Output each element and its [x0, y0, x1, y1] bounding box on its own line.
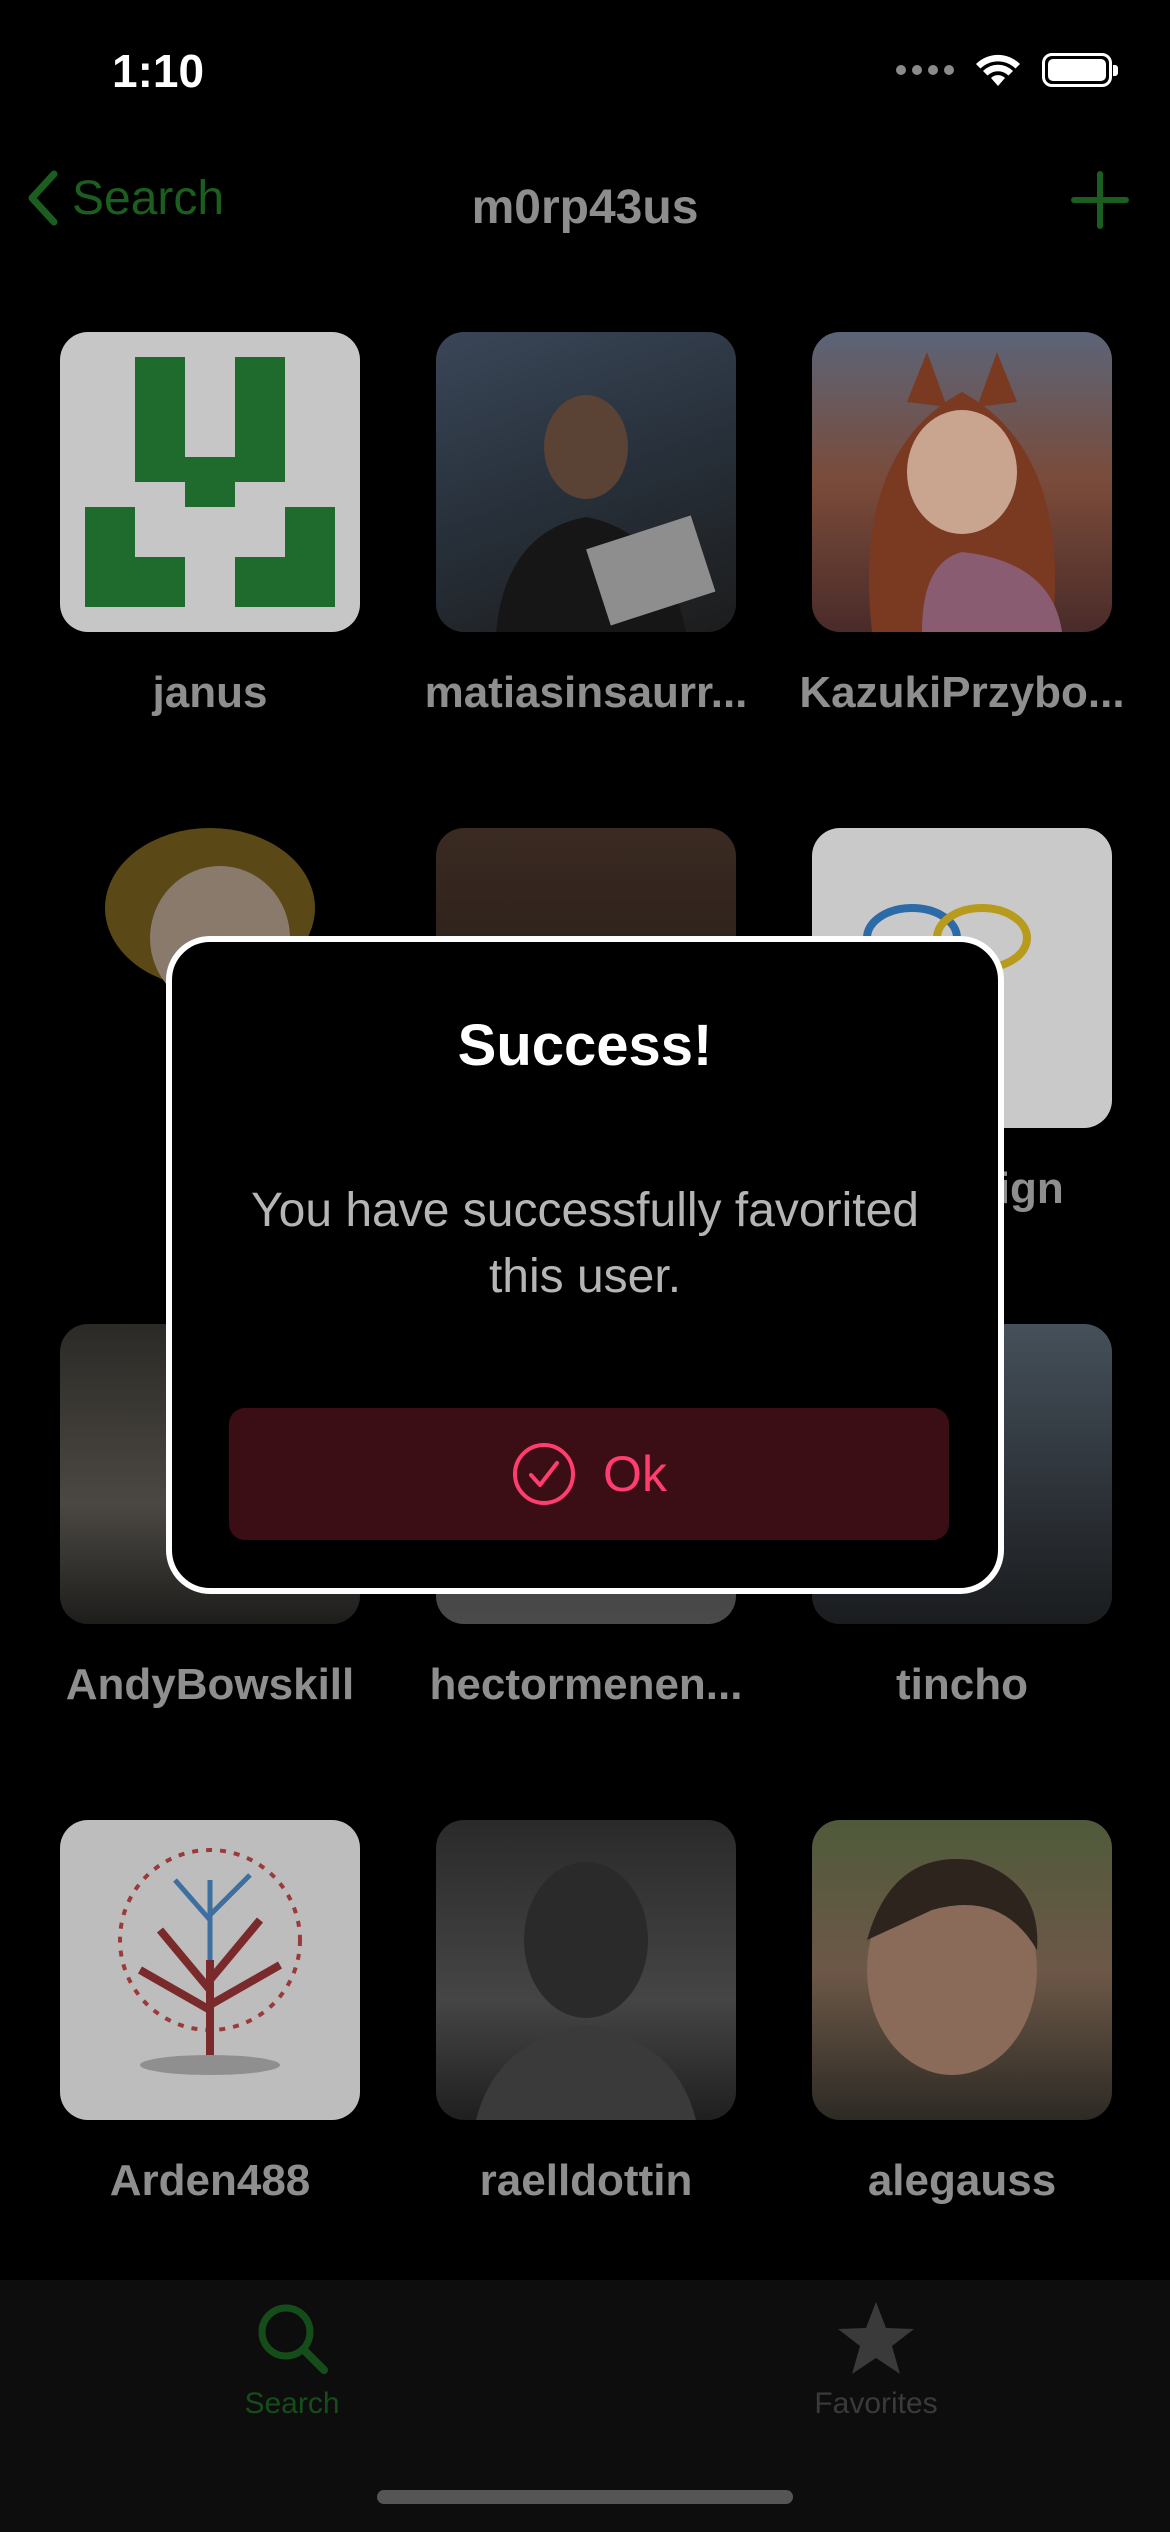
battery-icon — [1042, 53, 1118, 87]
user-name: raelldottin — [479, 2156, 693, 2205]
user-name: KazukiPrzybo... — [799, 668, 1125, 717]
tab-search[interactable]: Search — [142, 2300, 442, 2421]
tab-favorites[interactable]: Favorites — [726, 2300, 1026, 2421]
success-alert: Success! You have successfully favorited… — [166, 936, 1004, 1594]
alert-title: Success! — [457, 1013, 713, 1078]
status-icons — [896, 52, 1118, 88]
star-icon — [838, 2302, 914, 2374]
user-avatar — [436, 332, 736, 632]
magnifier-icon — [258, 2304, 328, 2374]
anime-image — [868, 352, 1062, 632]
user-avatar — [436, 1820, 736, 2120]
user-name: matiasinsaurr... — [424, 668, 748, 717]
tree-image — [118, 1848, 302, 2075]
navigation-bar: Search m0rp43us — [0, 160, 1170, 250]
identicon-image — [85, 357, 335, 607]
home-indicator — [377, 2490, 793, 2504]
wifi-icon — [976, 54, 1020, 86]
user-name: Arden488 — [109, 2156, 311, 2205]
portrait-image — [476, 1862, 696, 2120]
user-avatar — [60, 332, 360, 632]
ok-button-label: Ok — [603, 1446, 667, 1502]
checkmark-circle-icon — [513, 1443, 576, 1505]
tab-favorites-label: Favorites — [814, 2387, 938, 2420]
user-name: hectormenen... — [429, 1660, 743, 1709]
cellular-signal-icon — [896, 65, 954, 75]
status-bar: 1:10 — [0, 0, 1170, 150]
user-avatar — [812, 332, 1112, 632]
tab-search-label: Search — [244, 2387, 340, 2420]
page-title: m0rp43us — [471, 181, 699, 234]
alert-message: You have successfully favorited this use… — [251, 1184, 919, 1303]
user-avatar — [60, 1820, 360, 2120]
user-avatar — [812, 1820, 1112, 2120]
status-time: 1:10 — [112, 45, 205, 97]
portrait-image — [867, 1859, 1038, 2075]
user-name: janus — [152, 668, 268, 717]
plus-icon — [1071, 171, 1129, 229]
user-name: alegauss — [867, 2156, 1057, 2205]
user-name: AndyBowskill — [65, 1660, 355, 1709]
add-button[interactable] — [1070, 170, 1130, 235]
user-name: tincho — [896, 1660, 1028, 1709]
ok-button[interactable]: Ok — [229, 1408, 949, 1540]
portrait-image — [496, 395, 716, 632]
